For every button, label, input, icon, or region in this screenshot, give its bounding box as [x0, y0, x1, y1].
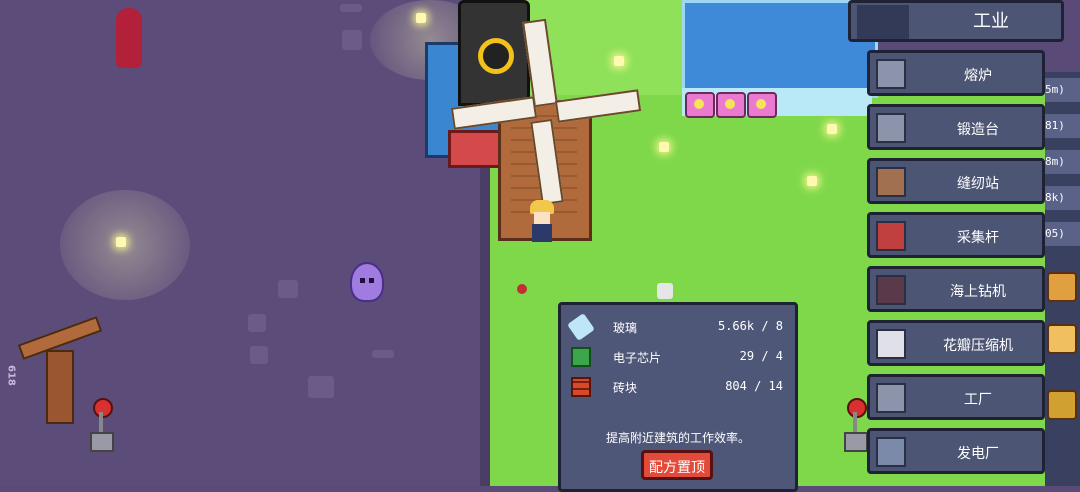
purple-ghost-enemy[interactable] [350, 262, 384, 302]
gold-ring-icon [478, 38, 514, 74]
lever-base [844, 432, 868, 452]
build-item-sea-drill[interactable]: 海上钻机 [867, 266, 1045, 312]
inventory-item-icon[interactable] [1047, 390, 1077, 420]
fairy[interactable] [610, 52, 628, 70]
build-item-factory[interactable]: 工厂 [867, 374, 1045, 420]
rock[interactable] [308, 376, 334, 398]
resource-name: 电子芯片 [613, 351, 662, 365]
lever-icon [876, 221, 906, 251]
flower-box[interactable] [747, 92, 777, 118]
building-description: 提高附近建筑的工作效率。 [605, 431, 750, 445]
bone[interactable] [372, 350, 394, 358]
build-item-harvest-lever[interactable]: 采集杆 [867, 212, 1045, 258]
build-item-label: 锻造台 [957, 122, 999, 138]
resource-count: 29 / 4 [739, 349, 783, 363]
fairy[interactable] [412, 9, 430, 27]
ballista-turret[interactable] [17, 316, 103, 424]
pin-recipe-button[interactable]: 配方置顶 [641, 450, 713, 480]
glass-icon [567, 313, 595, 341]
fairy[interactable] [655, 138, 673, 156]
build-item-label: 花瓣压缩机 [943, 338, 1013, 354]
rock[interactable] [342, 30, 362, 50]
ballista-counter: 618 [4, 365, 18, 389]
player-face [534, 212, 550, 224]
harvest-lever[interactable] [88, 398, 114, 452]
building-info-panel: 玻璃 5.66k / 8 电子芯片 29 / 4 砖块 804 / 14 提高附… [558, 302, 798, 492]
side-count: 81) [1045, 114, 1080, 138]
side-count: 05) [1045, 222, 1080, 246]
build-item-forge[interactable]: 锻造台 [867, 104, 1045, 150]
forge-icon [876, 113, 906, 143]
build-item-label: 发电厂 [957, 446, 999, 462]
resource-row: 玻璃 5.66k / 8 [567, 313, 785, 341]
lever-base [90, 432, 114, 452]
crimson-tree[interactable] [116, 8, 142, 78]
drill-icon [876, 275, 906, 305]
resource-row: 电子芯片 29 / 4 [569, 345, 785, 369]
sewing-station-icon [876, 167, 906, 197]
category-industry-button[interactable]: 工业 [848, 0, 1064, 42]
resource-name: 玻璃 [613, 321, 638, 335]
flower-box[interactable] [716, 92, 746, 118]
build-item-label: 海上钻机 [950, 284, 1006, 300]
build-item-sewing-station[interactable]: 缝纫站 [867, 158, 1045, 204]
lever-stick [853, 412, 857, 434]
rock[interactable] [248, 314, 266, 332]
category-label: 工业 [973, 11, 1009, 32]
rock[interactable] [250, 346, 268, 364]
build-item-power-plant[interactable]: 发电厂 [867, 428, 1045, 474]
side-count: 8m) [1045, 150, 1080, 174]
compressor-icon [876, 329, 906, 359]
lever-knob [93, 398, 113, 418]
build-item-label: 工厂 [964, 392, 992, 408]
brick-icon [571, 377, 591, 397]
inventory-item-icon[interactable] [1047, 324, 1077, 354]
rock[interactable] [278, 280, 298, 298]
build-item-petal-compressor[interactable]: 花瓣压缩机 [867, 320, 1045, 366]
fairy[interactable] [803, 172, 821, 190]
factory-icon [857, 5, 909, 39]
harvest-lever[interactable] [842, 398, 868, 452]
fairy[interactable] [112, 233, 130, 251]
build-item-furnace[interactable]: 熔炉 [867, 50, 1045, 96]
bone[interactable] [340, 4, 362, 12]
flower-box[interactable] [685, 92, 715, 118]
build-item-label: 采集杆 [957, 230, 999, 246]
resource-name: 砖块 [613, 381, 638, 395]
red-berry[interactable] [517, 284, 527, 294]
furnace-icon [876, 59, 906, 89]
side-count: 8k) [1045, 186, 1080, 210]
resource-count: 5.66k / 8 [717, 319, 783, 333]
resource-row: 砖块 804 / 14 [569, 375, 785, 399]
power-plant-icon [876, 437, 906, 467]
player-character [528, 200, 556, 244]
ballista-post [46, 350, 74, 424]
side-count: 5m) [1045, 78, 1080, 102]
ballista-counter-text: 618 [5, 365, 17, 386]
fairy[interactable] [823, 120, 841, 138]
lever-knob [847, 398, 867, 418]
build-item-label: 熔炉 [964, 68, 992, 84]
chip-icon [571, 347, 591, 367]
resource-count: 804 / 14 [725, 379, 783, 393]
build-item-label: 缝纫站 [957, 176, 999, 192]
player-body [532, 224, 552, 242]
factory-icon [876, 383, 906, 413]
lever-stick [99, 412, 103, 434]
inventory-item-icon[interactable] [1047, 272, 1077, 302]
stone-tile[interactable] [657, 283, 673, 299]
